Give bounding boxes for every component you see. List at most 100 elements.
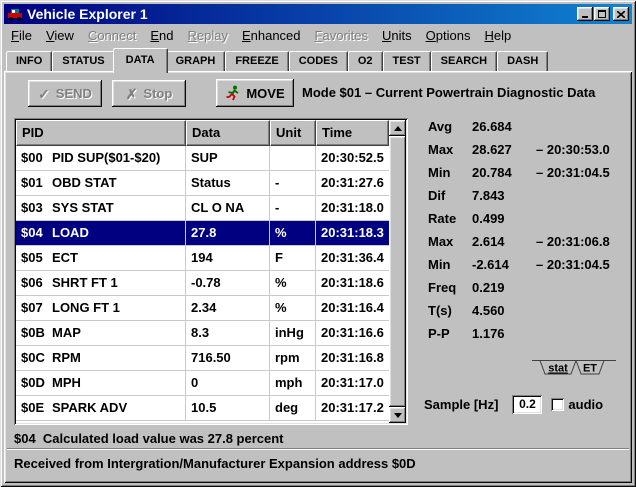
pid-cell: $04LOAD (16, 221, 186, 246)
table-row[interactable]: $0BMAP 8.3 inHg 20:31:16.6 (16, 321, 389, 346)
et-tab[interactable]: ET (583, 363, 597, 375)
menu-item[interactable]: Options (419, 26, 478, 45)
table-scrollbar[interactable] (389, 120, 406, 423)
audio-checkbox-label: audio (568, 397, 603, 412)
table-row[interactable]: $00PID SUP($01-$20) SUP 20:30:52.5 (16, 146, 389, 171)
column-header[interactable]: Unit (270, 120, 316, 146)
stat-row: Dif 7.843 (422, 188, 630, 211)
menu-item[interactable]: Connect (81, 26, 143, 45)
pid-code: $01 (21, 175, 52, 190)
send-button[interactable]: ✓ SEND (28, 80, 102, 107)
scroll-up-button[interactable] (389, 120, 406, 136)
stat-row: Max 28.627 – 20:30:53.0 (422, 142, 630, 165)
pid-cell: $0DMPH (16, 371, 186, 396)
stat-label: Max (428, 142, 472, 165)
stat-value: 2.614 (472, 234, 536, 257)
pid-code: $03 (21, 200, 52, 215)
time-cell: 20:31:16.6 (316, 321, 389, 346)
tab[interactable]: TEST (383, 51, 431, 71)
table-row[interactable]: $05ECT 194 F 20:31:36.4 (16, 246, 389, 271)
pid-cell: $01OBD STAT (16, 171, 186, 196)
unit-cell: inHg (270, 321, 316, 346)
stat-time: – 20:31:06.8 (536, 234, 610, 257)
table-header-row: PID Data Unit Time (16, 120, 389, 146)
close-button[interactable] (613, 7, 629, 21)
scroll-down-button[interactable] (389, 407, 406, 423)
pid-code: $00 (21, 150, 52, 165)
sample-rate-input[interactable]: 0.2 (512, 395, 542, 414)
minimize-button[interactable] (577, 7, 593, 21)
title-bar[interactable]: Vehicle Explorer 1 (4, 4, 632, 24)
tab[interactable]: SEARCH (431, 51, 497, 71)
data-cell: 27.8 (186, 221, 270, 246)
stat-row: Min 20.784 – 20:31:04.5 (422, 165, 630, 188)
stat-row: Max 2.614 – 20:31:06.8 (422, 234, 630, 257)
tab[interactable]: DASH (497, 51, 548, 71)
stat-label: Freq (428, 280, 472, 303)
table-row[interactable]: $0CRPM 716.50 rpm 20:31:16.8 (16, 346, 389, 371)
table-row[interactable]: $04LOAD 27.8 % 20:31:18.3 (16, 221, 389, 246)
pid-code: $07 (21, 300, 52, 315)
table-row[interactable]: $03SYS STAT CL O NA - 20:31:18.0 (16, 196, 389, 221)
menu-item[interactable]: Replay (181, 26, 235, 45)
stop-button[interactable]: ✗ Stop (112, 80, 186, 107)
arrow-down-icon (394, 413, 402, 418)
table-row[interactable]: $06SHRT FT 1 -0.78 % 20:31:18.6 (16, 271, 389, 296)
column-header[interactable]: PID (16, 120, 186, 146)
x-icon: ✗ (126, 87, 138, 101)
table-row[interactable]: $0ESPARK ADV 10.5 deg 20:31:17.2 (16, 396, 389, 421)
move-button-label: MOVE (246, 86, 284, 101)
pid-cell: $07LONG FT 1 (16, 296, 186, 321)
scrollbar-thumb[interactable] (389, 136, 406, 407)
stat-label: T(s) (428, 303, 472, 326)
time-cell: 20:31:27.6 (316, 171, 389, 196)
move-button[interactable]: MOVE (216, 79, 294, 107)
pid-code: $04 (21, 225, 52, 240)
tab[interactable]: STATUS (52, 51, 114, 71)
tab[interactable]: CODES (289, 51, 348, 71)
unit-cell: % (270, 296, 316, 321)
table-row[interactable]: $0DMPH 0 mph 20:31:17.0 (16, 371, 389, 396)
menu-item[interactable]: End (143, 26, 180, 45)
stat-row: Min -2.614 – 20:31:04.5 (422, 257, 630, 280)
pid-name: ECT (52, 250, 78, 265)
pid-cell: $0BMAP (16, 321, 186, 346)
pid-name: MAP (52, 325, 81, 340)
pid-code: $06 (21, 275, 52, 290)
table-row[interactable]: $07LONG FT 1 2.34 % 20:31:16.4 (16, 296, 389, 321)
pid-name: SYS STAT (52, 200, 114, 215)
stat-label: Max (428, 234, 472, 257)
menu-item[interactable]: Favorites (308, 26, 375, 45)
menu-item[interactable]: File (4, 26, 39, 45)
audio-checkbox[interactable] (551, 398, 564, 411)
menu-item[interactable]: View (39, 26, 81, 45)
unit-cell: mph (270, 371, 316, 396)
menu-item[interactable]: Help (477, 26, 518, 45)
menu-item[interactable]: Units (375, 26, 419, 45)
pid-code: $0C (21, 350, 52, 365)
column-header[interactable]: Time (316, 120, 389, 146)
tab[interactable]: O2 (348, 51, 383, 71)
stat-tab[interactable]: stat (548, 363, 568, 375)
scrollbar-track[interactable] (389, 136, 406, 407)
tab[interactable]: INFO (6, 51, 52, 71)
tab[interactable]: FREEZE (225, 51, 288, 71)
maximize-button[interactable] (594, 7, 610, 21)
app-window: Vehicle Explorer 1 File View Connect End… (0, 0, 636, 487)
stat-value: 1.176 (472, 326, 536, 349)
unit-cell: F (270, 246, 316, 271)
pid-name: PID SUP($01-$20) (52, 150, 160, 165)
tab[interactable]: DATA (113, 48, 168, 73)
time-cell: 20:31:18.6 (316, 271, 389, 296)
menu-item[interactable]: Enhanced (235, 26, 308, 45)
pid-cell: $05ECT (16, 246, 186, 271)
car-icon[interactable] (7, 7, 23, 22)
column-header[interactable]: Data (186, 120, 270, 146)
tab[interactable]: GRAPH (166, 51, 226, 71)
pid-name: OBD STAT (52, 175, 117, 190)
table-row[interactable]: $01OBD STAT Status - 20:31:27.6 (16, 171, 389, 196)
maximize-icon (598, 10, 606, 18)
unit-cell: deg (270, 396, 316, 421)
stat-value: 26.684 (472, 119, 536, 142)
data-cell: 10.5 (186, 396, 270, 421)
